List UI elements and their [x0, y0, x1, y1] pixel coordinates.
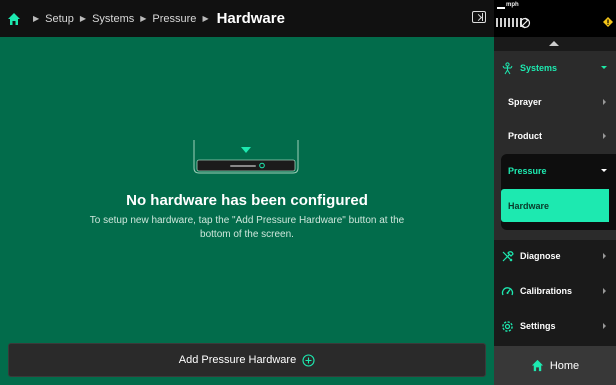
breadcrumb-setup[interactable]: Setup	[45, 13, 74, 25]
hardware-empty-illustration	[193, 140, 299, 174]
systems-icon	[502, 61, 513, 74]
add-circle-icon	[302, 353, 315, 367]
chevron-right-icon	[603, 99, 606, 105]
nav-label-hardware: Hardware	[508, 200, 550, 211]
add-button-label: Add Pressure Hardware	[178, 354, 297, 366]
chevron-right-icon	[603, 253, 606, 259]
nav-item-product[interactable]: Product	[494, 121, 616, 151]
home-icon	[531, 359, 543, 372]
breadcrumb-systems[interactable]: Systems	[92, 13, 134, 25]
panel-toggle-icon[interactable]	[472, 11, 486, 23]
breadcrumb-pressure[interactable]: Pressure	[152, 13, 196, 25]
page-title: Hardware	[216, 10, 285, 27]
nav-label-pressure: Pressure	[508, 166, 547, 176]
speed-unit: mph	[506, 2, 519, 8]
status-area: mph	[494, 0, 616, 37]
nav-label-sprayer: Sprayer	[508, 97, 542, 107]
home-icon[interactable]	[7, 12, 21, 26]
calibrations-icon	[501, 286, 514, 295]
chevron-right-icon: ▶	[140, 14, 147, 23]
nav-item-hardware[interactable]: Hardware	[501, 189, 609, 222]
home-button-label: Home	[549, 359, 580, 372]
home-button[interactable]: Home	[494, 346, 616, 385]
speed-indicator	[497, 7, 505, 9]
chevron-right-icon	[603, 133, 606, 139]
nav-label-product: Product	[508, 131, 543, 141]
chevron-right-icon	[603, 288, 606, 294]
chevron-right-icon: ▶	[33, 14, 40, 23]
scroll-up-icon[interactable]	[549, 41, 559, 46]
nav-item-pressure[interactable]: Pressure	[501, 156, 616, 186]
nav-item-systems[interactable]: Systems	[494, 53, 616, 83]
warning-icon[interactable]	[603, 17, 613, 27]
chevron-down-icon	[601, 66, 607, 69]
nav-item-calibrations[interactable]: Calibrations	[494, 276, 616, 306]
chevron-right-icon: ▶	[202, 14, 209, 23]
nav-label-calibrations: Calibrations	[520, 286, 573, 296]
gps-icon	[519, 17, 531, 29]
add-pressure-hardware-button[interactable]: Add Pressure Hardware	[8, 343, 486, 377]
nav-item-sprayer[interactable]: Sprayer	[494, 87, 616, 117]
nav-label-settings: Settings	[520, 321, 556, 331]
chevron-down-icon	[601, 169, 607, 172]
navigation-panel: Systems Sprayer Product Pressure Hardwar…	[494, 37, 616, 385]
header-bar: ▶ Setup ▶ Systems ▶ Pressure ▶ Hardware	[0, 0, 494, 37]
nav-label-systems: Systems	[520, 63, 558, 73]
main-content: No hardware has been configured To setup…	[0, 37, 494, 385]
settings-icon	[502, 320, 513, 332]
empty-state-title: No hardware has been configured	[126, 192, 368, 209]
chevron-right-icon	[603, 323, 606, 329]
diagnose-icon	[502, 250, 514, 261]
empty-state-description: To setup new hardware, tap the "Add Pres…	[89, 215, 405, 240]
systems-section: Systems Sprayer Product Pressure Hardwar…	[494, 51, 616, 240]
nav-label-diagnose: Diagnose	[520, 251, 561, 261]
nav-item-diagnose[interactable]: Diagnose	[494, 241, 616, 271]
nav-item-settings[interactable]: Settings	[494, 311, 616, 341]
pressure-section: Pressure Hardware	[501, 154, 616, 230]
chevron-right-icon: ▶	[79, 14, 87, 23]
